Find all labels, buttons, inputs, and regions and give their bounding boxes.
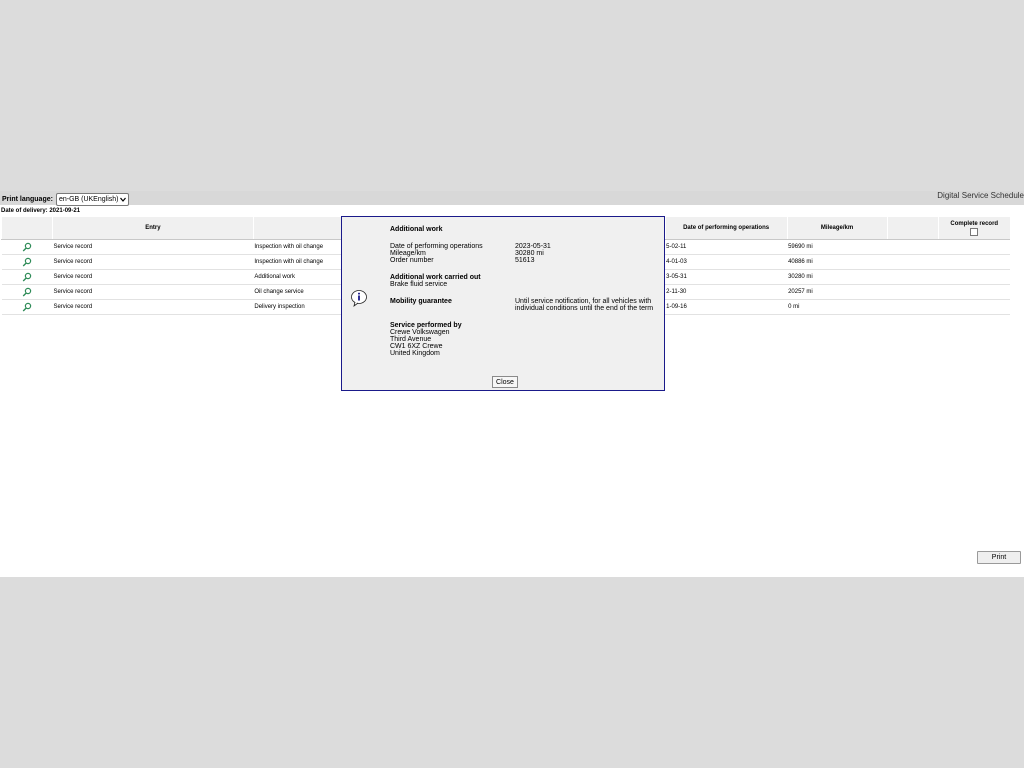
col-entry: Entry [51, 217, 254, 240]
performed-line: Third Avenue [390, 336, 432, 343]
delivery-date: Date of delivery: 2021-09-21 [1, 208, 81, 214]
complete-record-label: Complete record [950, 220, 999, 227]
magnifier-icon[interactable] [22, 302, 32, 312]
info-icon [351, 290, 367, 307]
print-button[interactable]: Print [977, 551, 1021, 564]
col-icon [1, 217, 53, 240]
row-mileage: 30280 mi [787, 269, 888, 285]
dialog-content: Additional work Date of performing opera… [390, 226, 660, 357]
col-blank [886, 217, 938, 240]
row-mileage: 40886 mi [787, 254, 888, 270]
chevron-down-icon [120, 197, 127, 202]
row-mileage: 0 mi [787, 299, 888, 315]
col-complete: Complete record [937, 217, 1010, 240]
col-date: Date of performing operations [664, 217, 788, 240]
performed-line: United Kingdom [390, 350, 440, 357]
performed-line: CW1 6XZ Crewe [390, 343, 443, 350]
mileage-row: Mileage/km 30280 mi [390, 250, 660, 257]
service-performed-by: Service performed by Crewe Volkswagen Th… [390, 322, 660, 357]
row-entry: Service record [52, 299, 254, 315]
header-bar: Print language: en-GB (UKEnglish) Digita… [0, 191, 1024, 206]
row-entry: Service record [52, 239, 254, 255]
magnifier-icon[interactable] [22, 287, 32, 297]
order-value: 51613 [515, 257, 535, 264]
complete-record-checkbox[interactable] [970, 227, 979, 236]
print-language-select[interactable]: en-GB (UKEnglish) [55, 193, 130, 206]
record-detail-dialog: Additional work Date of performing opera… [341, 216, 665, 391]
print-language-label: Print language: [2, 196, 53, 203]
date-label: Date of performing operations [390, 243, 483, 250]
order-label: Order number [390, 257, 434, 264]
mobility-label: Mobility guarantee [390, 298, 452, 305]
order-row: Order number 51613 [390, 257, 660, 264]
app-title: Digital Service Schedule [937, 191, 1024, 200]
magnifier-icon[interactable] [22, 257, 32, 267]
print-language-value: en-GB (UKEnglish) [58, 196, 119, 203]
mobility-value: Until service notification, for all vehi… [515, 298, 654, 312]
magnifier-icon[interactable] [22, 272, 32, 282]
row-mileage: 59690 mi [787, 239, 888, 255]
row-date: 3-05-31 [665, 269, 788, 285]
performed-line: Crewe Volkswagen [390, 329, 450, 336]
date-row: Date of performing operations 2023-05-31 [390, 243, 660, 250]
magnifier-icon[interactable] [22, 242, 32, 252]
work-value: Brake fluid service [390, 281, 448, 288]
row-date: 1-09-16 [665, 299, 788, 315]
work-title: Additional work carried out [390, 274, 481, 281]
mobility-row: Mobility guarantee Until service notific… [390, 298, 660, 312]
col-mileage: Mileage/km [786, 217, 888, 240]
row-date: 4-01-03 [665, 254, 788, 270]
row-entry: Service record [52, 269, 254, 285]
close-button[interactable]: Close [492, 376, 518, 388]
row-date: 5-02-11 [665, 239, 788, 255]
dialog-title: Additional work [390, 226, 443, 233]
mileage-value: 30280 mi [515, 250, 544, 257]
row-date: 2-11-30 [665, 284, 788, 300]
row-mileage: 20257 mi [787, 284, 888, 300]
date-value: 2023-05-31 [515, 243, 551, 250]
row-entry: Service record [52, 284, 254, 300]
performed-title: Service performed by [390, 322, 462, 329]
mileage-label: Mileage/km [390, 250, 426, 257]
print-language: Print language: en-GB (UKEnglish) [2, 193, 130, 206]
row-entry: Service record [52, 254, 254, 270]
